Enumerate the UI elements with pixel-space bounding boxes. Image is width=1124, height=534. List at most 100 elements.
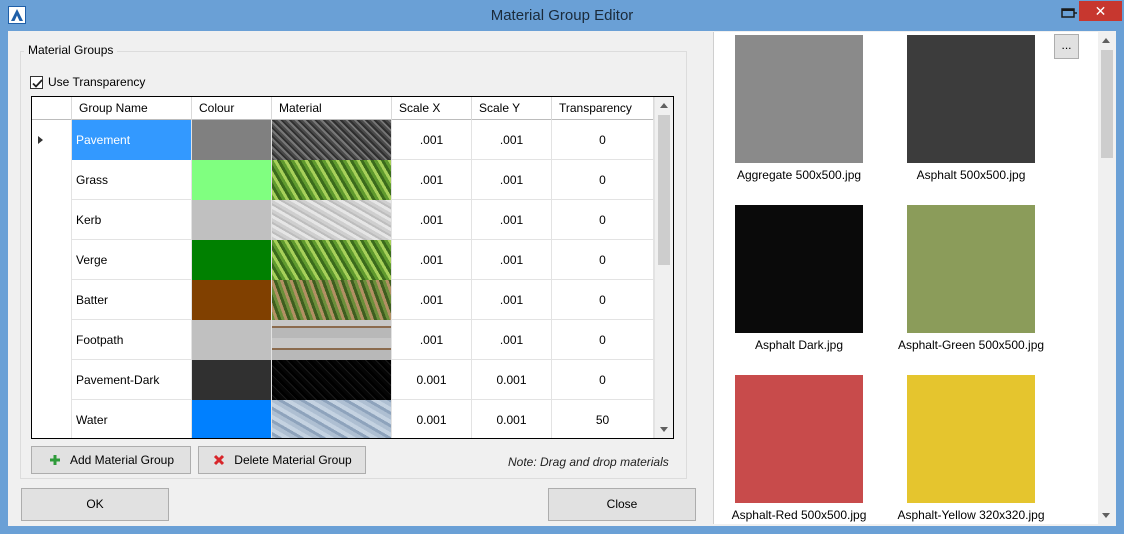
- material-tile[interactable]: Aggregate 500x500.jpg: [719, 35, 879, 182]
- group-name-cell[interactable]: Footpath: [72, 320, 192, 360]
- material-tile[interactable]: Asphalt-Yellow 320x320.jpg: [891, 375, 1051, 522]
- group-name-cell[interactable]: Pavement-Dark: [72, 360, 192, 400]
- scale-x-cell[interactable]: .001: [392, 120, 472, 160]
- scale-y-cell[interactable]: .001: [472, 200, 552, 240]
- scale-x-cell[interactable]: .001: [392, 280, 472, 320]
- material-tile[interactable]: Asphalt Dark.jpg: [719, 205, 879, 352]
- scale-y-cell[interactable]: .001: [472, 280, 552, 320]
- scroll-down-icon[interactable]: [660, 427, 668, 432]
- header-colour[interactable]: Colour: [192, 97, 272, 120]
- colour-cell[interactable]: [192, 160, 272, 200]
- header-scale-x[interactable]: Scale X: [392, 97, 472, 120]
- transparency-cell[interactable]: 0: [552, 120, 654, 160]
- materials-scroll-thumb[interactable]: [1101, 50, 1113, 158]
- delete-material-group-button[interactable]: Delete Material Group: [198, 446, 366, 474]
- material-tile[interactable]: Asphalt-Red 500x500.jpg: [719, 375, 879, 522]
- scale-x-cell[interactable]: .001: [392, 320, 472, 360]
- transparency-cell[interactable]: 0: [552, 280, 654, 320]
- transparency-cell[interactable]: 0: [552, 160, 654, 200]
- material-cell[interactable]: [272, 240, 392, 280]
- browse-button[interactable]: ...: [1054, 34, 1079, 59]
- row-selector[interactable]: [32, 120, 72, 160]
- use-transparency-checkbox[interactable]: [30, 75, 43, 89]
- material-cell[interactable]: [272, 200, 392, 240]
- grid-header: Group Name Colour Material Scale X Scale…: [32, 97, 654, 120]
- material-cell[interactable]: [272, 400, 392, 438]
- group-name-cell[interactable]: Batter: [72, 280, 192, 320]
- group-name-cell[interactable]: Water: [72, 400, 192, 438]
- table-row[interactable]: Grass .001.001 0: [32, 160, 654, 200]
- table-row[interactable]: Verge .001.001 0: [32, 240, 654, 280]
- group-name-cell[interactable]: Pavement: [72, 120, 192, 160]
- row-selector[interactable]: [32, 400, 72, 438]
- grid-scrollbar[interactable]: [654, 97, 673, 438]
- table-row[interactable]: Batter .001.001 0: [32, 280, 654, 320]
- scale-x-cell[interactable]: 0.001: [392, 360, 472, 400]
- row-selector[interactable]: [32, 240, 72, 280]
- scale-y-cell[interactable]: .001: [472, 160, 552, 200]
- table-row[interactable]: Kerb .001.001 0: [32, 200, 654, 240]
- colour-cell[interactable]: [192, 120, 272, 160]
- material-thumbnail[interactable]: [735, 35, 863, 163]
- material-thumbnail[interactable]: [735, 205, 863, 333]
- table-row[interactable]: Pavement .001.001 0: [32, 120, 654, 160]
- colour-cell[interactable]: [192, 400, 272, 438]
- scale-y-cell[interactable]: .001: [472, 320, 552, 360]
- material-tile[interactable]: Asphalt-Green 500x500.jpg: [891, 205, 1051, 352]
- material-thumbnail[interactable]: [907, 205, 1035, 333]
- colour-cell[interactable]: [192, 320, 272, 360]
- material-cell[interactable]: [272, 160, 392, 200]
- ok-button[interactable]: OK: [21, 488, 169, 521]
- row-selector[interactable]: [32, 160, 72, 200]
- colour-cell[interactable]: [192, 360, 272, 400]
- scale-y-cell[interactable]: .001: [472, 240, 552, 280]
- row-selector[interactable]: [32, 360, 72, 400]
- header-group-name[interactable]: Group Name: [72, 97, 192, 120]
- group-name-cell[interactable]: Verge: [72, 240, 192, 280]
- material-thumbnail[interactable]: [735, 375, 863, 503]
- scale-y-cell[interactable]: .001: [472, 120, 552, 160]
- header-scale-y[interactable]: Scale Y: [472, 97, 552, 120]
- group-name-cell[interactable]: Grass: [72, 160, 192, 200]
- scale-x-cell[interactable]: 0.001: [392, 400, 472, 438]
- materials-scrollbar[interactable]: [1098, 32, 1115, 524]
- transparency-cell[interactable]: 0: [552, 320, 654, 360]
- colour-cell[interactable]: [192, 280, 272, 320]
- add-material-group-button[interactable]: Add Material Group: [31, 446, 191, 474]
- header-transparency[interactable]: Transparency: [552, 97, 654, 120]
- material-cell[interactable]: [272, 120, 392, 160]
- material-cell[interactable]: [272, 360, 392, 400]
- colour-cell[interactable]: [192, 200, 272, 240]
- use-transparency-row[interactable]: Use Transparency: [30, 74, 145, 90]
- material-cell[interactable]: [272, 320, 392, 360]
- scale-x-cell[interactable]: .001: [392, 160, 472, 200]
- scroll-up-icon[interactable]: [660, 103, 668, 108]
- transparency-cell[interactable]: 50: [552, 400, 654, 438]
- scale-x-cell[interactable]: .001: [392, 240, 472, 280]
- header-material[interactable]: Material: [272, 97, 392, 120]
- close-window-button[interactable]: ✕: [1079, 1, 1122, 21]
- close-button[interactable]: Close: [548, 488, 696, 521]
- materials-scroll-down-icon[interactable]: [1102, 513, 1110, 518]
- table-row[interactable]: Water 0.001 0.001 50: [32, 400, 654, 438]
- colour-cell[interactable]: [192, 240, 272, 280]
- table-row[interactable]: Pavement-Dark 0.001 0.001 0: [32, 360, 654, 400]
- restore-icon[interactable]: [1059, 5, 1079, 21]
- table-row[interactable]: Footpath .001.001 0: [32, 320, 654, 360]
- scale-y-cell[interactable]: 0.001: [472, 360, 552, 400]
- scroll-thumb[interactable]: [658, 115, 670, 265]
- material-cell[interactable]: [272, 280, 392, 320]
- material-thumbnail[interactable]: [907, 375, 1035, 503]
- material-thumbnail[interactable]: [907, 35, 1035, 163]
- transparency-cell[interactable]: 0: [552, 360, 654, 400]
- transparency-cell[interactable]: 0: [552, 200, 654, 240]
- material-tile[interactable]: Asphalt 500x500.jpg: [891, 35, 1051, 182]
- row-selector[interactable]: [32, 320, 72, 360]
- transparency-cell[interactable]: 0: [552, 240, 654, 280]
- scale-x-cell[interactable]: .001: [392, 200, 472, 240]
- row-selector[interactable]: [32, 280, 72, 320]
- materials-scroll-up-icon[interactable]: [1102, 38, 1110, 43]
- row-selector[interactable]: [32, 200, 72, 240]
- scale-y-cell[interactable]: 0.001: [472, 400, 552, 438]
- group-name-cell[interactable]: Kerb: [72, 200, 192, 240]
